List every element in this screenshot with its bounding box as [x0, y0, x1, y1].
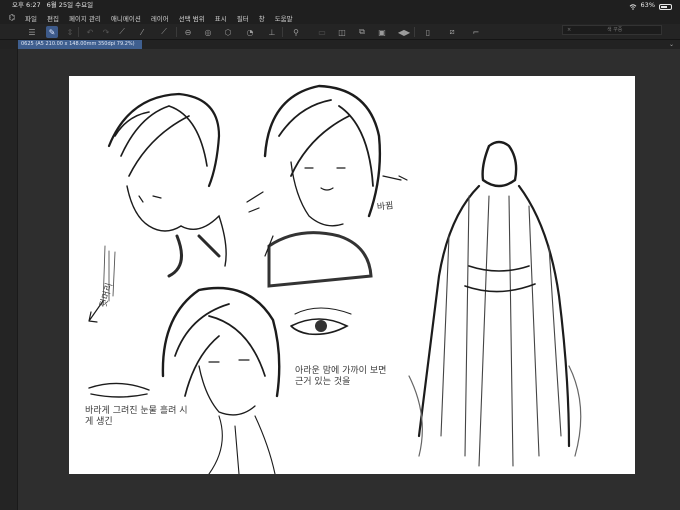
search-placeholder: 색 꾸중 [607, 27, 623, 33]
battery-percent: 63% [640, 1, 655, 9]
toolbar-divider [282, 27, 283, 37]
move-icon[interactable]: ⬡ [222, 26, 234, 38]
toolbar-divider [176, 27, 177, 37]
wand-icon[interactable]: ◔ [244, 26, 256, 38]
menu-layer[interactable]: 레이어 [146, 13, 174, 23]
app-logo-icon[interactable]: ⌬ [4, 13, 20, 22]
layer-icon[interactable]: ◎ [202, 26, 214, 38]
document-tab[interactable]: 0625 (A5 210.00 x 148.00mm 350dpi 79.2%) [18, 40, 142, 49]
document-tab-bar: 0625 (A5 210.00 x 148.00mm 350dpi 79.2%)… [0, 40, 680, 49]
battery-icon [659, 3, 672, 10]
status-date: 6월 25일 수요일 [46, 1, 94, 9]
status-bar: 오후 6:27 6월 25일 수요일 63% [0, 0, 680, 11]
menu-window[interactable]: 창 [254, 13, 270, 23]
device-icon[interactable]: ⧉ [356, 26, 368, 38]
menu-view[interactable]: 표시 [210, 13, 232, 23]
annotation-change: 바뀜 [376, 201, 394, 213]
brush-icon[interactable]: ⟋ [116, 26, 128, 38]
sketch-figure [408, 140, 582, 467]
flip-icon[interactable]: ▭ [316, 26, 328, 38]
mirror-icon[interactable]: ◫ [336, 26, 348, 38]
arrow-icon[interactable]: ⇕ [64, 26, 76, 38]
toolbar-divider [414, 27, 415, 37]
wifi-icon [629, 3, 636, 10]
annotation-face-note: 아라운 맘에 가까이 보면 근거 있는 것을 [295, 366, 387, 387]
annotation-eye-note: 바라게 그려진 눈물 흘려 시게 생긴 [85, 406, 188, 427]
menu-page[interactable]: 페이지 관리 [64, 13, 106, 23]
redo-icon[interactable]: ↷ [100, 26, 112, 38]
menu-help[interactable]: 도움말 [270, 13, 298, 23]
left-panel [0, 49, 18, 510]
transform-icon[interactable]: ⧄ [446, 26, 458, 38]
sketch-head-3 [161, 286, 281, 474]
menu-bar: ⌬ 파일 편집 페이지 관리 애니메이션 레이어 선택 범위 표시 필터 창 도… [0, 11, 680, 24]
menu-edit[interactable]: 편집 [42, 13, 64, 23]
battery-fill [661, 5, 667, 8]
tablet-icon[interactable]: ▯ [422, 26, 434, 38]
eraser-icon[interactable]: ⁄ [136, 26, 148, 38]
close-icon[interactable]: × [567, 26, 571, 34]
menu-animation[interactable]: 애니메이션 [106, 13, 146, 23]
toolbar-divider [78, 27, 79, 37]
sketch-head-2 [246, 84, 408, 288]
drawing-canvas[interactable]: 뒷머리 바뀜 바라게 그려진 눈물 흘려 시게 생긴 아라운 맘에 가까이 보면… [69, 76, 635, 474]
status-time: 오후 6:27 [12, 1, 41, 9]
menu-filter[interactable]: 필터 [232, 13, 254, 23]
rotate-icon[interactable]: ◀▶ [398, 26, 410, 38]
frame-icon[interactable]: ⚲ [290, 26, 302, 38]
chevron-down-icon[interactable]: ⌄ [669, 40, 674, 49]
canvas-area[interactable]: 뒷머리 바뀜 바라게 그려진 눈물 흘려 시게 생긴 아라운 맘에 가까이 보면… [18, 49, 680, 510]
fit-icon[interactable]: ▣ [376, 26, 388, 38]
crop-icon[interactable]: ⊥ [266, 26, 278, 38]
menu-file[interactable]: 파일 [20, 13, 42, 23]
menu-icon[interactable]: ☰ [26, 26, 38, 38]
undo-icon[interactable]: ↶ [84, 26, 96, 38]
hand-icon[interactable]: ⌐ [470, 26, 482, 38]
command-search[interactable]: × 색 꾸중 [562, 25, 662, 35]
selection-icon[interactable]: ⟋ [158, 26, 170, 38]
pen-icon[interactable]: ✎ [46, 26, 58, 38]
fill-icon[interactable]: ⊖ [182, 26, 194, 38]
menu-selection[interactable]: 선택 범위 [174, 13, 210, 23]
